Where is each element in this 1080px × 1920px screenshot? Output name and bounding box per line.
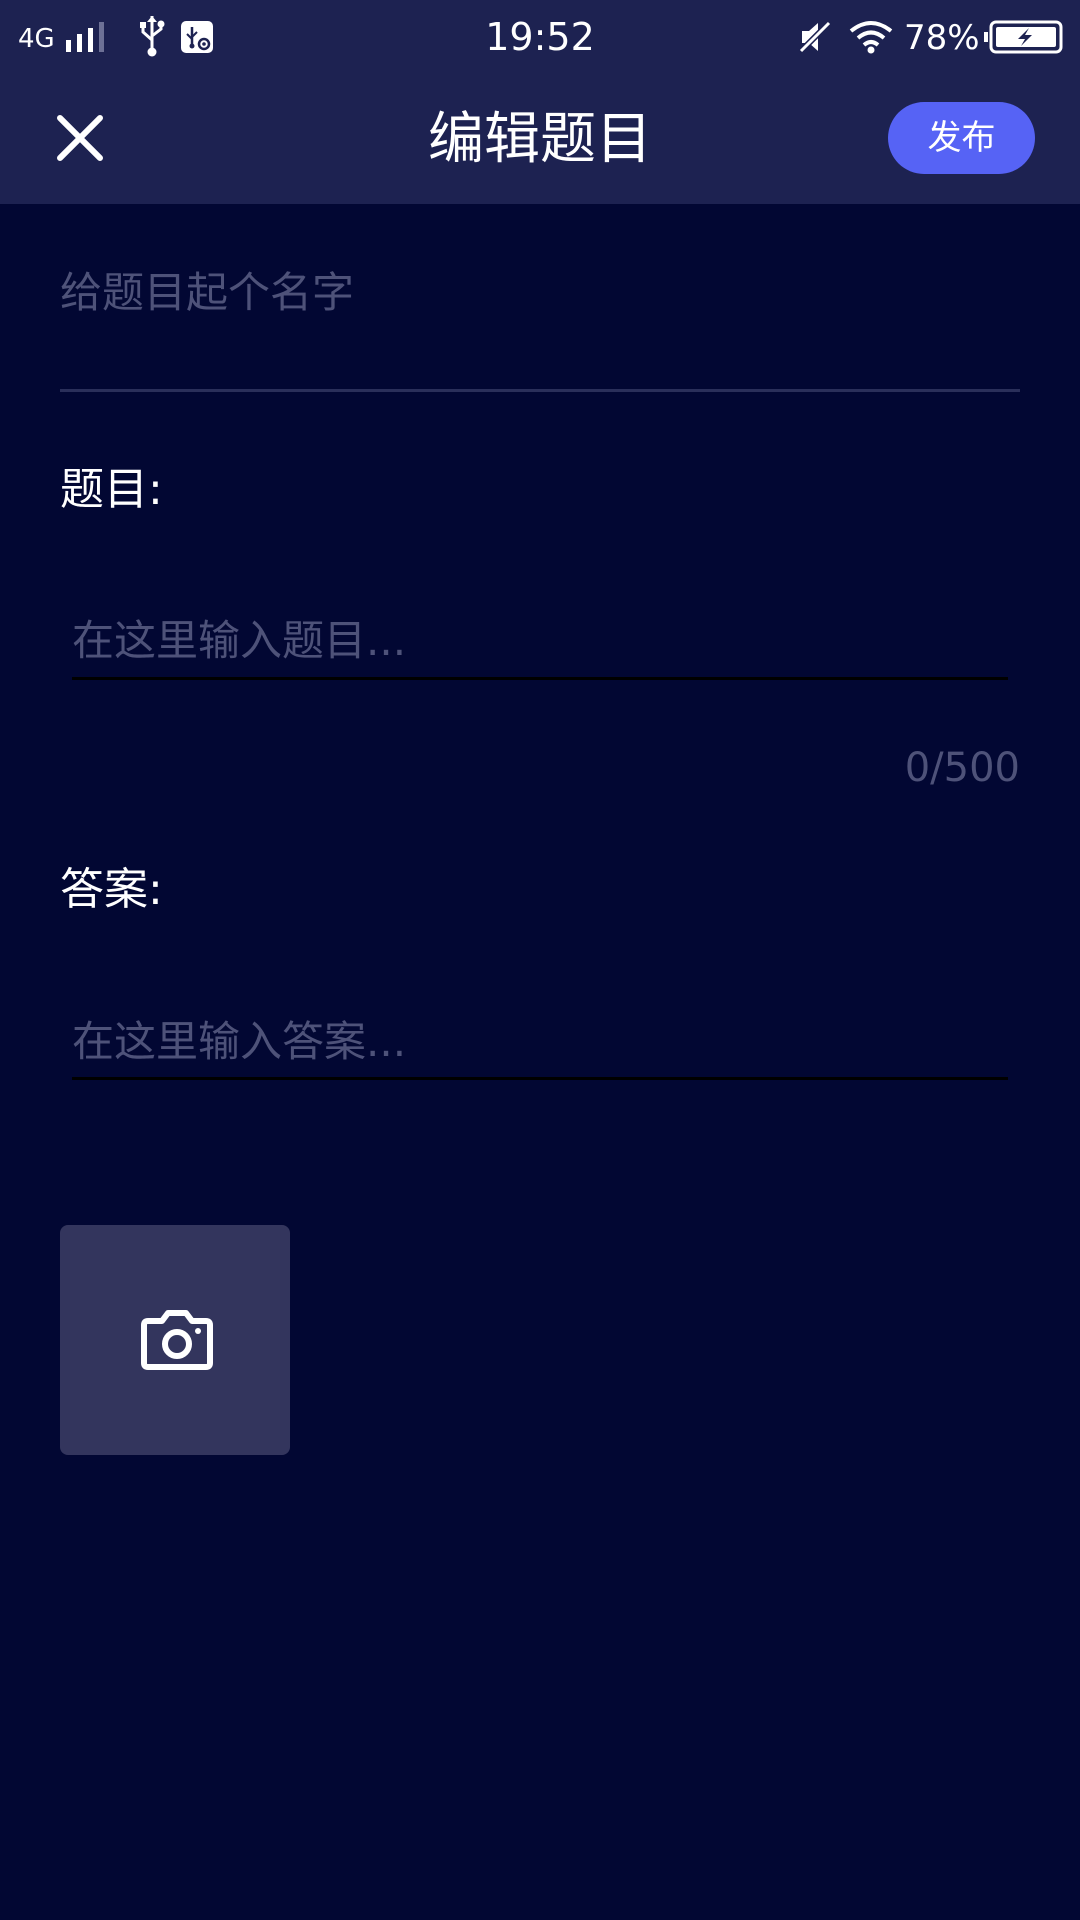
status-bar: 4G 19:52 78% [0,0,1080,76]
camera-icon [141,1310,213,1370]
question-char-counter: 0/500 [904,745,1020,791]
answer-input[interactable]: 在这里输入答案... [72,1015,1008,1069]
publish-button[interactable]: 发布 [888,102,1035,174]
wifi-icon [849,21,893,54]
question-underline [72,677,1008,680]
name-divider [60,389,1020,392]
question-label: 题目: [60,464,163,515]
question-input[interactable]: 在这里输入题目... [72,614,1008,668]
answer-underline [72,1077,1008,1080]
app-screen: 4G 19:52 78% 编辑题目 发布 给题目起个名字 题目: 在这里输入题目… [0,0,1080,1920]
battery-percent: 78% [904,18,980,58]
add-photo-button[interactable] [60,1225,290,1455]
battery-charging-icon [984,20,1063,54]
mute-icon [797,19,833,55]
question-name-input[interactable]: 给题目起个名字 [60,266,1020,320]
top-bar: 4G 19:52 78% 编辑题目 发布 [0,0,1080,204]
answer-label: 答案: [60,864,163,915]
